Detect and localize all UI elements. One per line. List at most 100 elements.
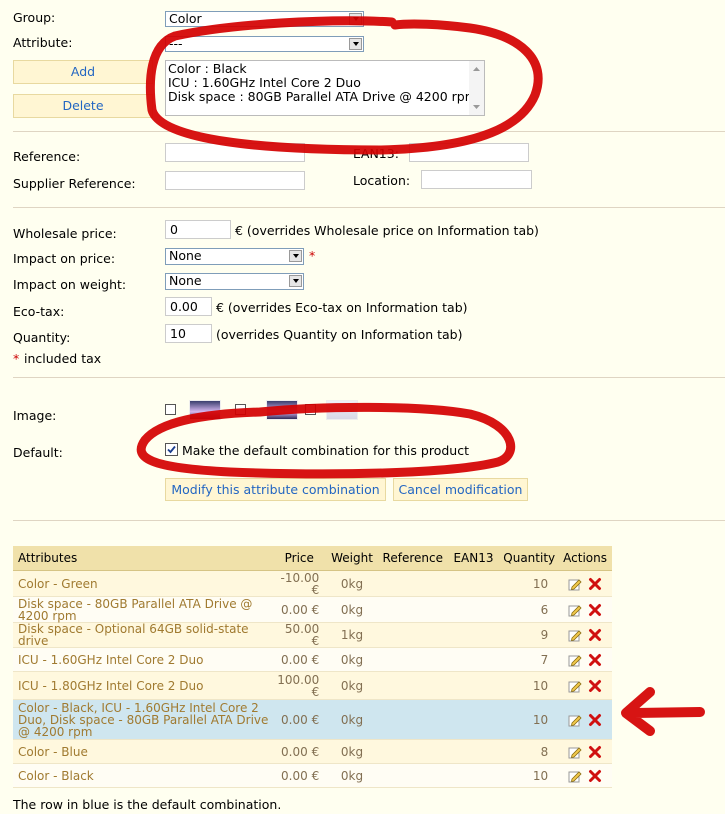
- cell-ean13: [446, 622, 501, 648]
- cell-price: 0.00 €: [273, 739, 326, 764]
- listbox-item[interactable]: Disk space : 80GB Parallel ATA Drive @ 4…: [168, 90, 484, 104]
- delete-icon[interactable]: [588, 577, 602, 591]
- image-checkbox-1[interactable]: [165, 404, 176, 415]
- chevron-down-icon[interactable]: [349, 13, 362, 25]
- group-select[interactable]: Color: [165, 11, 364, 27]
- attribute-select-value: ---: [169, 36, 183, 51]
- delete-icon[interactable]: [588, 628, 602, 642]
- supplier-reference-input[interactable]: [165, 171, 305, 190]
- edit-pencil-icon[interactable]: [568, 679, 582, 693]
- quantity-label: Quantity:: [13, 330, 71, 345]
- table-row[interactable]: Color - Black 0.00 €0kg 10: [13, 763, 612, 788]
- listbox-scrollbar[interactable]: [469, 61, 484, 115]
- cell-price: 0.00 €: [273, 699, 326, 740]
- cell-attributes: Disk space - 80GB Parallel ATA Drive @ 4…: [13, 596, 274, 623]
- col-reference: Reference: [378, 546, 447, 571]
- edit-pencil-icon[interactable]: [568, 603, 582, 617]
- quantity-input[interactable]: 10: [165, 324, 212, 343]
- table-row[interactable]: Color - Black, ICU - 1.60GHz Intel Core …: [13, 699, 612, 740]
- cell-actions: [558, 739, 612, 764]
- ecotax-input[interactable]: 0.00: [165, 297, 212, 316]
- table-row[interactable]: Color - Blue 0.00 €0kg 8: [13, 739, 612, 764]
- selected-attributes-listbox[interactable]: Color : Black ICU : 1.60GHz Intel Core 2…: [165, 60, 485, 116]
- image-checkbox-2[interactable]: [235, 404, 246, 415]
- ecotax-label: Eco-tax:: [13, 304, 65, 319]
- cell-actions: [558, 596, 612, 623]
- table-row[interactable]: ICU - 1.80GHz Intel Core 2 Duo 100.00 €0k…: [13, 671, 612, 700]
- checkmark-icon: [167, 445, 176, 454]
- cell-reference: [378, 647, 447, 672]
- table-row[interactable]: Disk space - Optional 64GB solid-state d…: [13, 622, 612, 648]
- default-checkbox[interactable]: [165, 443, 178, 456]
- cell-reference: [378, 622, 447, 648]
- attribute-select[interactable]: ---: [165, 36, 364, 52]
- reference-label: Reference:: [13, 149, 81, 164]
- cell-quantity: 6: [500, 596, 559, 623]
- cell-quantity: 10: [500, 699, 559, 740]
- cell-actions: [558, 647, 612, 672]
- wholesale-price-input[interactable]: 0: [165, 220, 231, 239]
- delete-icon[interactable]: [588, 745, 602, 759]
- edit-pencil-icon[interactable]: [568, 653, 582, 667]
- edit-pencil-icon[interactable]: [568, 577, 582, 591]
- cell-ean13: [446, 739, 501, 764]
- col-price: Price: [273, 546, 326, 571]
- delete-icon[interactable]: [588, 713, 602, 727]
- wholesale-price-label: Wholesale price:: [13, 226, 117, 241]
- impact-price-label: Impact on price:: [13, 251, 116, 266]
- cell-attributes: Color - Green: [13, 570, 274, 597]
- impact-weight-value: None: [169, 273, 202, 288]
- image-checkbox-3[interactable]: [305, 404, 316, 415]
- required-star: *: [309, 248, 316, 263]
- cell-reference: [378, 699, 447, 740]
- location-label: Location:: [353, 173, 411, 188]
- location-input[interactable]: [421, 170, 532, 189]
- ean13-input[interactable]: [409, 143, 529, 162]
- impact-weight-select[interactable]: None: [165, 273, 304, 290]
- wholesale-price-note: € (overrides Wholesale price on Informat…: [235, 223, 539, 238]
- impact-price-select[interactable]: None: [165, 248, 304, 265]
- edit-pencil-icon[interactable]: [568, 769, 582, 783]
- cell-weight: 0kg: [325, 739, 379, 764]
- chevron-down-icon[interactable]: [289, 250, 302, 262]
- group-label: Group:: [13, 10, 56, 25]
- impact-price-value: None: [169, 248, 202, 263]
- delete-icon[interactable]: [588, 769, 602, 783]
- cell-actions: [558, 763, 612, 788]
- delete-button[interactable]: Delete: [13, 94, 153, 118]
- table-row[interactable]: Disk space - 80GB Parallel ATA Drive @ 4…: [13, 596, 612, 623]
- delete-icon[interactable]: [588, 603, 602, 617]
- cell-ean13: [446, 596, 501, 623]
- table-row[interactable]: Color - Green -10.00 €0kg 10: [13, 570, 612, 597]
- cell-attributes: Color - Black: [13, 763, 274, 788]
- image-label: Image:: [13, 408, 57, 423]
- listbox-item[interactable]: Color : Black: [168, 62, 484, 76]
- edit-pencil-icon[interactable]: [568, 713, 582, 727]
- cell-price: 100.00 €: [273, 671, 326, 700]
- cell-quantity: 10: [500, 671, 559, 700]
- divider: [13, 131, 725, 132]
- chevron-down-icon[interactable]: [289, 275, 302, 287]
- reference-input[interactable]: [165, 143, 305, 162]
- annotation-arrow-default-row: [621, 687, 705, 736]
- divider: [13, 520, 725, 521]
- cell-price: -10.00 €: [273, 570, 326, 597]
- cell-quantity: 10: [500, 763, 559, 788]
- listbox-item[interactable]: ICU : 1.60GHz Intel Core 2 Duo: [168, 76, 484, 90]
- table-row[interactable]: ICU - 1.60GHz Intel Core 2 Duo 0.00 €0kg 7: [13, 647, 612, 672]
- add-button[interactable]: Add: [13, 60, 153, 84]
- cell-actions: [558, 570, 612, 597]
- delete-icon[interactable]: [588, 653, 602, 667]
- cell-reference: [378, 596, 447, 623]
- cell-attributes: ICU - 1.80GHz Intel Core 2 Duo: [13, 671, 274, 700]
- cancel-modification-button[interactable]: Cancel modification: [393, 478, 528, 501]
- chevron-down-icon[interactable]: [349, 38, 362, 50]
- delete-icon[interactable]: [588, 679, 602, 693]
- modify-combination-button[interactable]: Modify this attribute combination: [165, 478, 386, 501]
- col-attributes: Attributes: [13, 546, 274, 571]
- cell-price: 0.00 €: [273, 596, 326, 623]
- cell-ean13: [446, 699, 501, 740]
- edit-pencil-icon[interactable]: [568, 628, 582, 642]
- cell-attributes: ICU - 1.60GHz Intel Core 2 Duo: [13, 647, 274, 672]
- edit-pencil-icon[interactable]: [568, 745, 582, 759]
